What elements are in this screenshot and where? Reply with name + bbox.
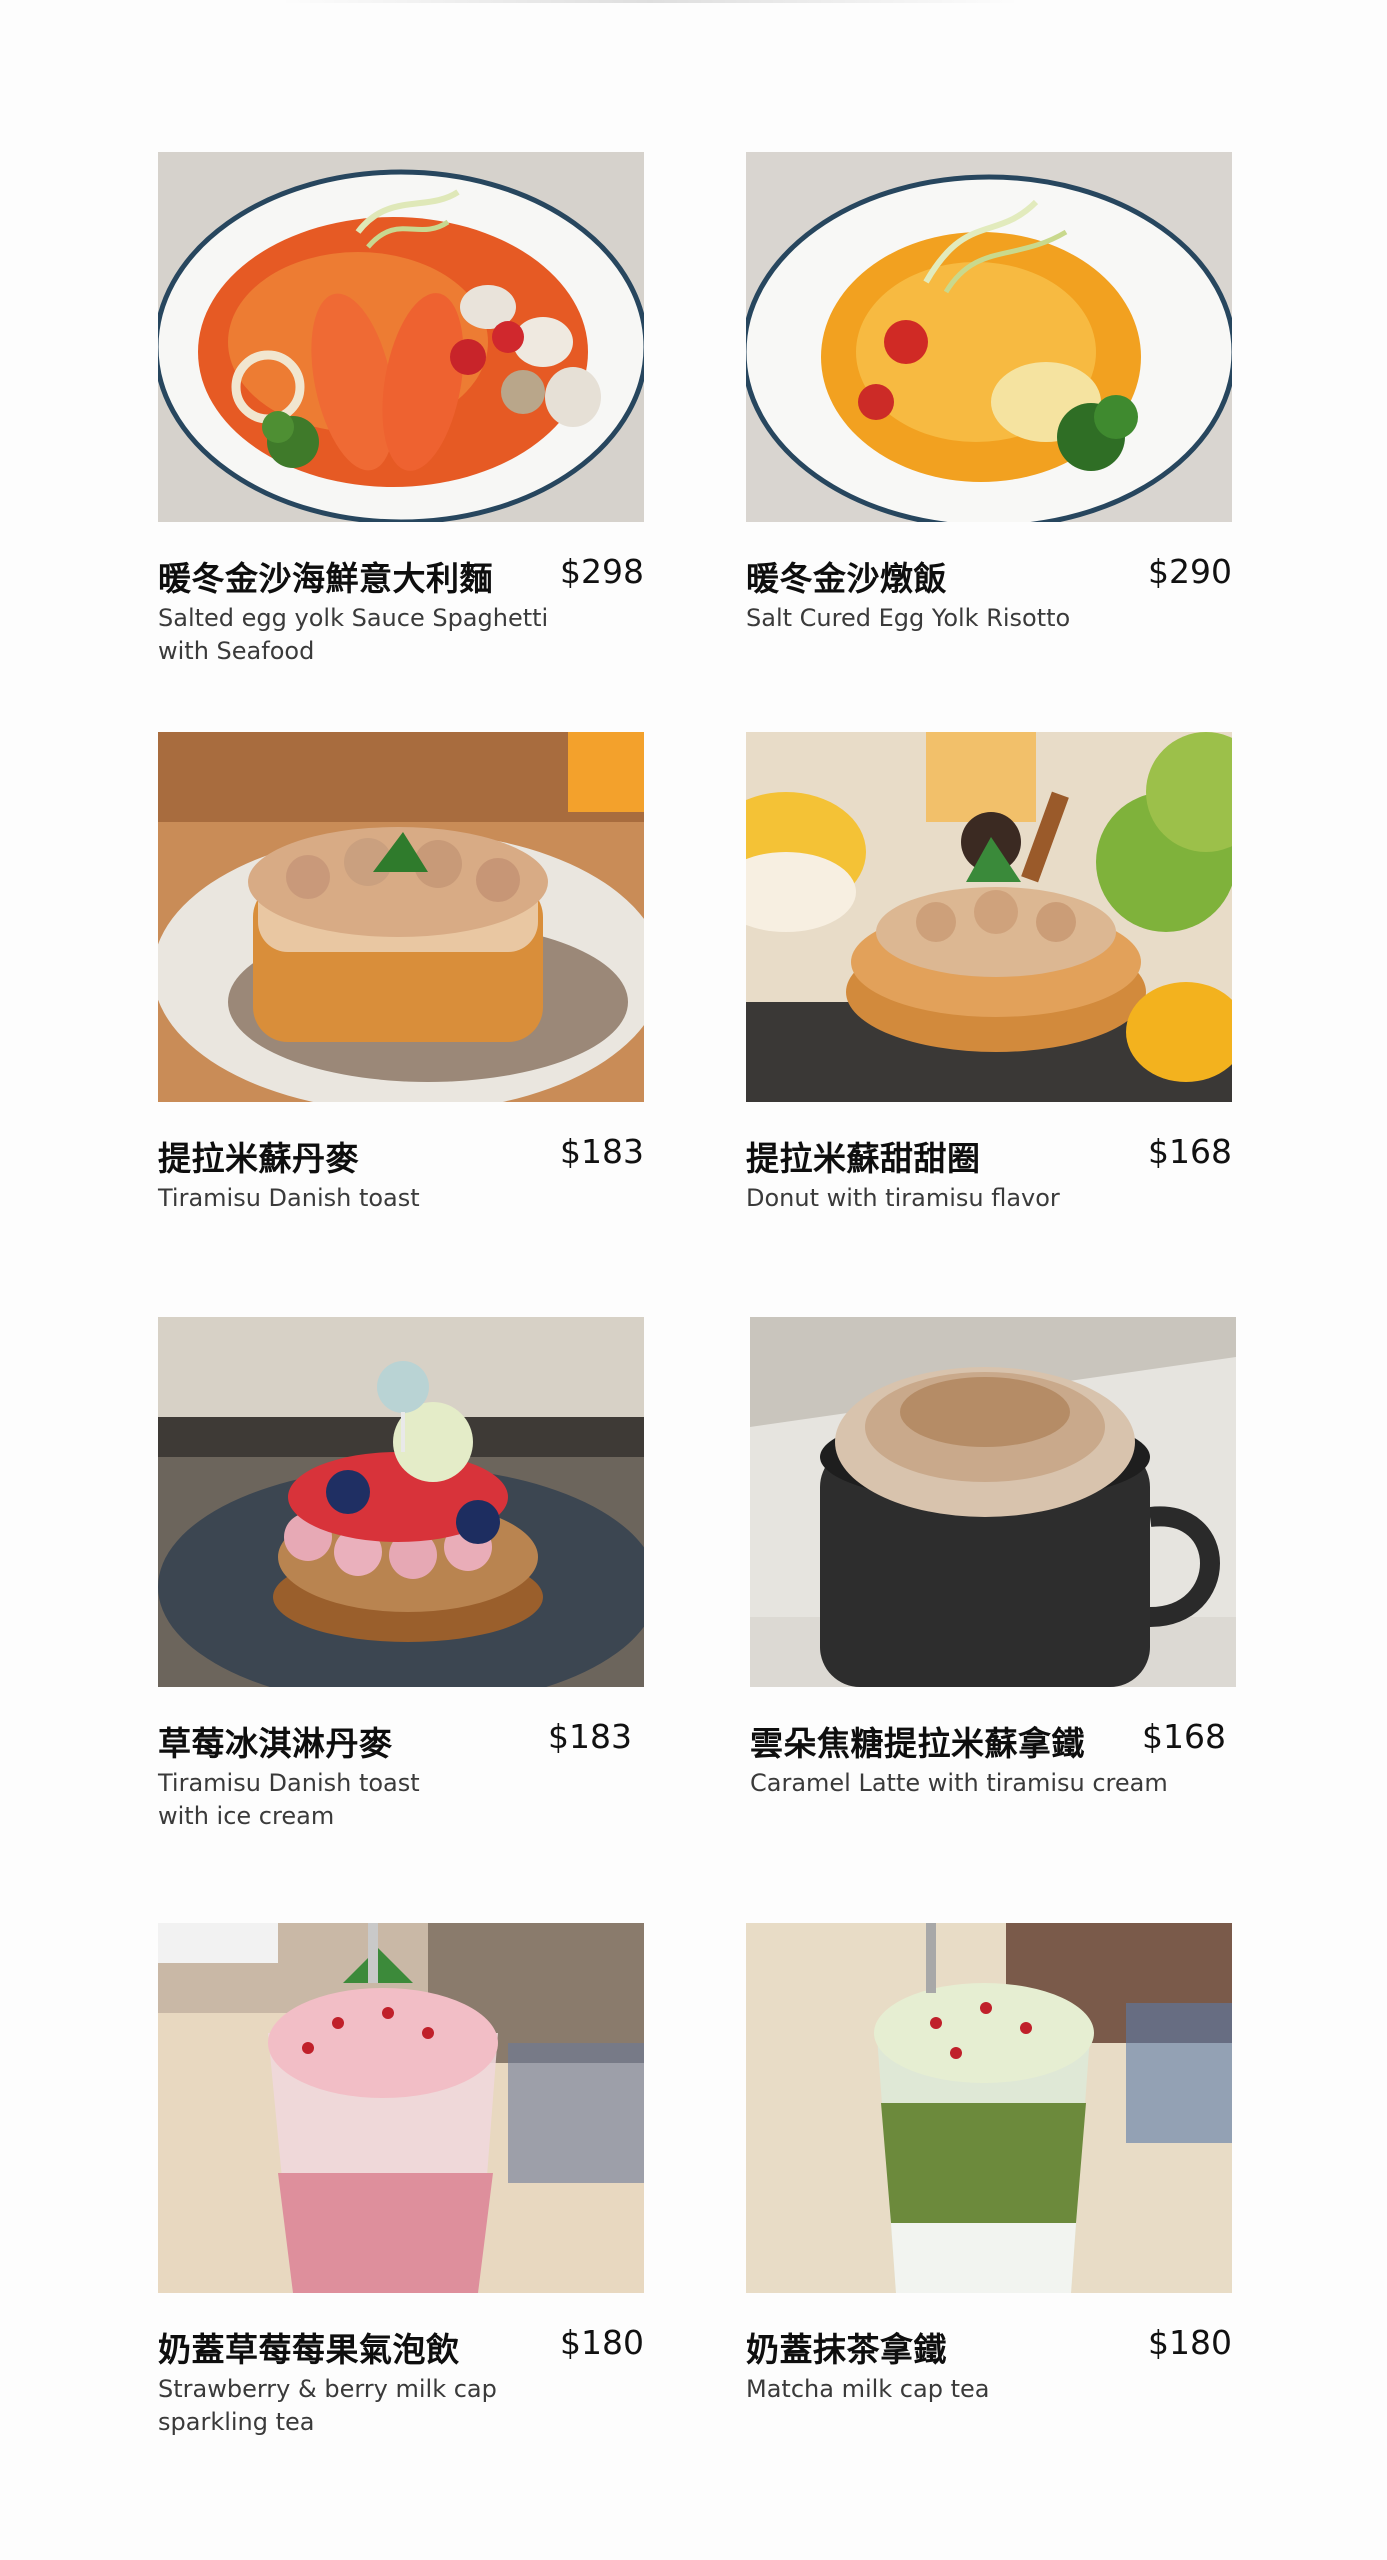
menu-item[interactable]: 奶蓋抹茶拿鐵 $180 Matcha milk cap tea — [746, 1923, 1232, 2403]
item-description: Strawberry & berry milk cap sparkling te… — [158, 2373, 578, 2439]
menu-item[interactable]: 暖冬金沙燉飯 $290 Salt Cured Egg Yolk Risotto — [746, 152, 1232, 632]
risotto-photo — [746, 152, 1232, 522]
menu-item[interactable]: 提拉米蘇丹麥 $183 Tiramisu Danish toast — [158, 732, 644, 1212]
item-name: 提拉米蘇丹麥 — [158, 1139, 359, 1178]
item-price: $168 — [1142, 1717, 1226, 1756]
description-line: Strawberry & berry milk cap — [158, 2375, 497, 2403]
item-description: Salted egg yolk Sauce Spaghetti with Sea… — [158, 602, 578, 668]
menu-item[interactable]: 暖冬金沙海鮮意大利麵 $298 Salted egg yolk Sauce Sp… — [158, 152, 644, 665]
item-price: $180 — [560, 2323, 644, 2362]
item-description: Tiramisu Danish toast with ice cream — [158, 1767, 578, 1833]
item-price: $290 — [1148, 552, 1232, 591]
description-line: Caramel Latte with tiramisu cream — [750, 1769, 1168, 1797]
item-name: 雲朵焦糖提拉米蘇拿鐵 — [750, 1724, 1085, 1763]
menu-item[interactable]: 奶蓋草莓莓果氣泡飲 $180 Strawberry & berry milk c… — [158, 1923, 644, 2436]
description-line: with Seafood — [158, 637, 315, 665]
tiramisu-danish-photo — [158, 732, 644, 1102]
description-line: sparkling tea — [158, 2408, 315, 2436]
item-description: Donut with tiramisu flavor — [746, 1182, 1166, 1215]
description-line: Salt Cured Egg Yolk Risotto — [746, 604, 1071, 632]
tiramisu-donut-photo — [746, 732, 1232, 1102]
description-line: Donut with tiramisu flavor — [746, 1184, 1060, 1212]
description-line: Salted egg yolk Sauce Spaghetti — [158, 604, 549, 632]
strawberry-danish-photo — [158, 1317, 644, 1687]
item-name: 提拉米蘇甜甜圈 — [746, 1139, 981, 1178]
menu-item[interactable]: 雲朵焦糖提拉米蘇拿鐵 $168 Caramel Latte with tiram… — [750, 1317, 1236, 1797]
item-name: 奶蓋抹茶拿鐵 — [746, 2330, 947, 2369]
seafood-spaghetti-photo — [158, 152, 644, 522]
menu-item[interactable]: 提拉米蘇甜甜圈 $168 Donut with tiramisu flavor — [746, 732, 1232, 1212]
description-line: Matcha milk cap tea — [746, 2375, 990, 2403]
item-price: $183 — [560, 1132, 644, 1171]
description-line: Tiramisu Danish toast — [158, 1769, 420, 1797]
item-price: $298 — [560, 552, 644, 591]
item-name: 暖冬金沙海鮮意大利麵 — [158, 559, 493, 598]
description-line: with ice cream — [158, 1802, 335, 1830]
item-description: Salt Cured Egg Yolk Risotto — [746, 602, 1166, 635]
matcha-latte-photo — [746, 1923, 1232, 2293]
item-price: $180 — [1148, 2323, 1232, 2362]
item-name: 暖冬金沙燉飯 — [746, 559, 947, 598]
item-name: 奶蓋草莓莓果氣泡飲 — [158, 2330, 460, 2369]
item-description: Tiramisu Danish toast — [158, 1182, 578, 1215]
menu-item[interactable]: 草莓冰淇淋丹麥 $183 Tiramisu Danish toast with … — [158, 1317, 644, 1830]
description-line: Tiramisu Danish toast — [158, 1184, 420, 1212]
item-description: Caramel Latte with tiramisu cream — [750, 1767, 1236, 1800]
caramel-latte-photo — [750, 1317, 1236, 1687]
item-name: 草莓冰淇淋丹麥 — [158, 1724, 393, 1763]
item-description: Matcha milk cap tea — [746, 2373, 1166, 2406]
strawberry-sparkling-photo — [158, 1923, 644, 2293]
item-price: $183 — [548, 1717, 632, 1756]
top-divider — [280, 0, 1020, 3]
item-price: $168 — [1148, 1132, 1232, 1171]
